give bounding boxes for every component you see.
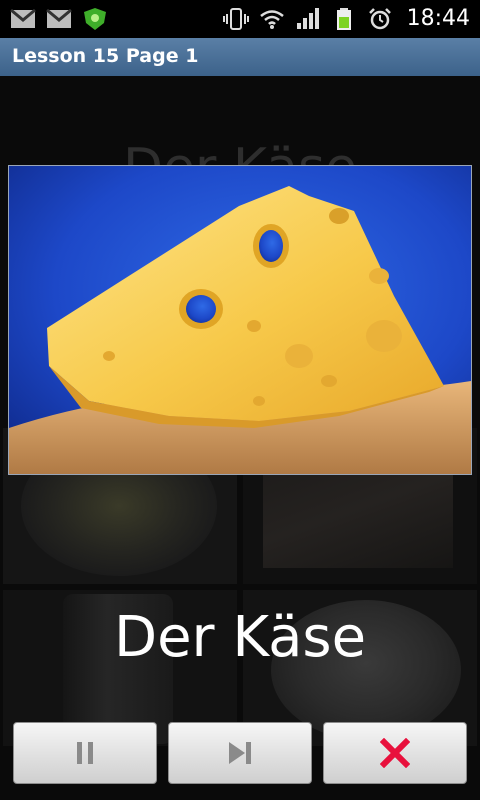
cheese-photo	[8, 165, 472, 475]
next-button[interactable]	[168, 722, 312, 784]
title-bar: Lesson 15 Page 1	[0, 38, 480, 77]
gmail-icon	[10, 8, 36, 28]
alarm-icon	[368, 7, 391, 29]
page-title: Lesson 15 Page 1	[12, 45, 199, 67]
battery-icon	[336, 7, 351, 30]
pause-button[interactable]	[13, 722, 157, 784]
control-bar	[0, 718, 480, 800]
shield-app-icon	[84, 8, 106, 30]
word-caption: Der Käse	[113, 605, 367, 670]
status-bar: 18:44	[0, 0, 480, 38]
close-button[interactable]	[323, 722, 467, 784]
vibrate-icon	[222, 7, 249, 30]
status-time: 18:44	[406, 6, 470, 31]
pause-icon	[77, 742, 93, 764]
close-icon	[380, 738, 410, 768]
skip-next-icon	[229, 742, 251, 764]
wifi-icon	[259, 9, 284, 29]
signal-icon	[296, 7, 319, 29]
gmail-icon	[46, 8, 72, 28]
